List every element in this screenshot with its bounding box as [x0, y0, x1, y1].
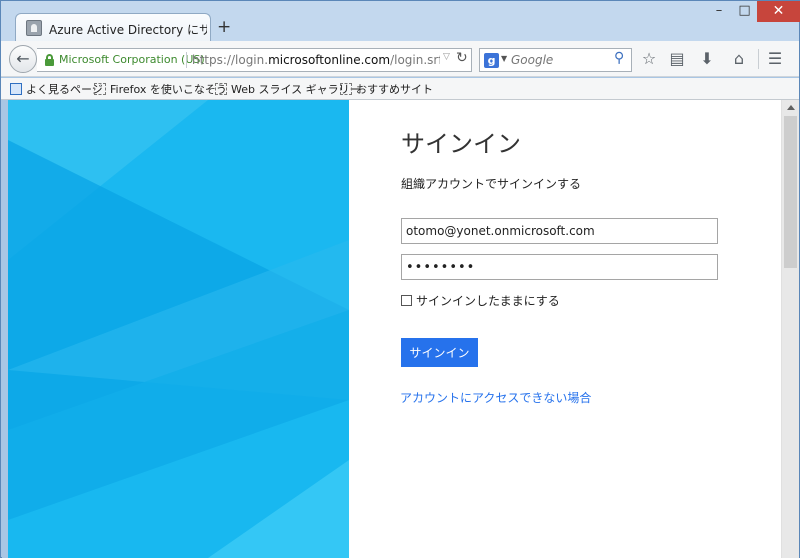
site-identity[interactable]: Microsoft Corporation (US)	[59, 53, 205, 66]
vertical-scrollbar[interactable]	[781, 100, 799, 558]
bookmarks-menu-icon[interactable]: ▤	[667, 49, 687, 69]
page-content: サインイン 組織アカウントでサインインする サインインしたままにする サインイン…	[2, 100, 799, 558]
browser-tab[interactable]: Azure Active Directory にサ...	[15, 13, 211, 42]
back-button[interactable]: ←	[9, 45, 37, 73]
email-field[interactable]	[401, 218, 718, 244]
lock-icon	[45, 54, 54, 66]
reload-icon[interactable]: ↻	[456, 50, 468, 66]
home-icon[interactable]: ⌂	[729, 49, 749, 69]
bookmark-folder-icon	[10, 83, 22, 95]
menu-icon[interactable]: ☰	[765, 49, 785, 69]
bookmark-firefox-tips[interactable]: Firefox を使いこなそう	[94, 81, 227, 97]
url-divider	[186, 52, 187, 68]
bookmarks-toolbar: よく見るページ Firefox を使いこなそう Web スライス ギャラリー お…	[1, 78, 799, 100]
keep-signed-in-label: サインインしたままにする	[416, 294, 560, 308]
url-prefix: https://login.	[192, 53, 269, 67]
tab-title: Azure Active Directory にサ...	[49, 23, 207, 37]
bookmark-star-icon[interactable]: ☆	[639, 49, 659, 69]
toolbar-divider	[758, 49, 759, 69]
title-bar: Azure Active Directory にサ... + – □ ✕	[1, 1, 800, 42]
url-dropdown-icon[interactable]: ▽	[443, 52, 450, 62]
new-tab-button[interactable]: +	[217, 17, 231, 37]
cant-access-account-link[interactable]: アカウントにアクセスできない場合	[400, 389, 591, 406]
search-magnifier-icon[interactable]: ⚲	[614, 50, 624, 66]
downloads-icon[interactable]: ⬇	[697, 49, 717, 69]
url-bar[interactable]: Microsoft Corporation (US) https://login…	[37, 48, 472, 72]
google-icon[interactable]: g	[484, 53, 499, 68]
minimize-button[interactable]: –	[707, 1, 731, 22]
browser-window: Azure Active Directory にサ... + – □ ✕ ← M…	[0, 0, 800, 558]
signin-button[interactable]: サインイン	[401, 338, 478, 367]
bookmark-web-slice[interactable]: Web スライス ギャラリー	[215, 81, 361, 97]
arrow-left-icon: ←	[16, 49, 30, 68]
bookmark-page-icon	[94, 83, 106, 95]
close-button[interactable]: ✕	[757, 1, 800, 22]
navigation-bar: ← Microsoft Corporation (US) https://log…	[1, 41, 799, 77]
tab-favicon-icon	[26, 20, 42, 36]
signin-subtitle: 組織アカウントでサインインする	[401, 177, 582, 191]
hero-illustration	[8, 100, 349, 558]
checkbox-icon[interactable]	[401, 295, 412, 306]
keep-signed-in-checkbox[interactable]: サインインしたままにする	[401, 292, 560, 309]
bookmark-most-visited[interactable]: よく見るページ	[10, 81, 103, 97]
url-suffix: /login.srf?wa=wsignin1.0	[390, 53, 440, 67]
search-bar: g ▼ ⚲	[479, 48, 632, 72]
url-text[interactable]: https://login.microsoftonline.com/login.…	[192, 53, 440, 67]
hero-shapes	[8, 100, 349, 558]
bookmark-recommended[interactable]: おすすめサイト	[340, 81, 433, 97]
page-title: サインイン	[401, 130, 521, 158]
maximize-button[interactable]: □	[732, 1, 757, 22]
password-field[interactable]	[401, 254, 718, 280]
bookmark-page-icon	[215, 83, 227, 95]
url-host: microsoftonline.com	[268, 53, 391, 67]
search-input[interactable]	[511, 52, 611, 68]
search-engine-dropdown-icon[interactable]: ▼	[501, 54, 507, 63]
bookmark-page-icon	[340, 83, 352, 95]
scroll-thumb[interactable]	[784, 116, 797, 268]
scroll-up-icon[interactable]	[787, 105, 795, 110]
